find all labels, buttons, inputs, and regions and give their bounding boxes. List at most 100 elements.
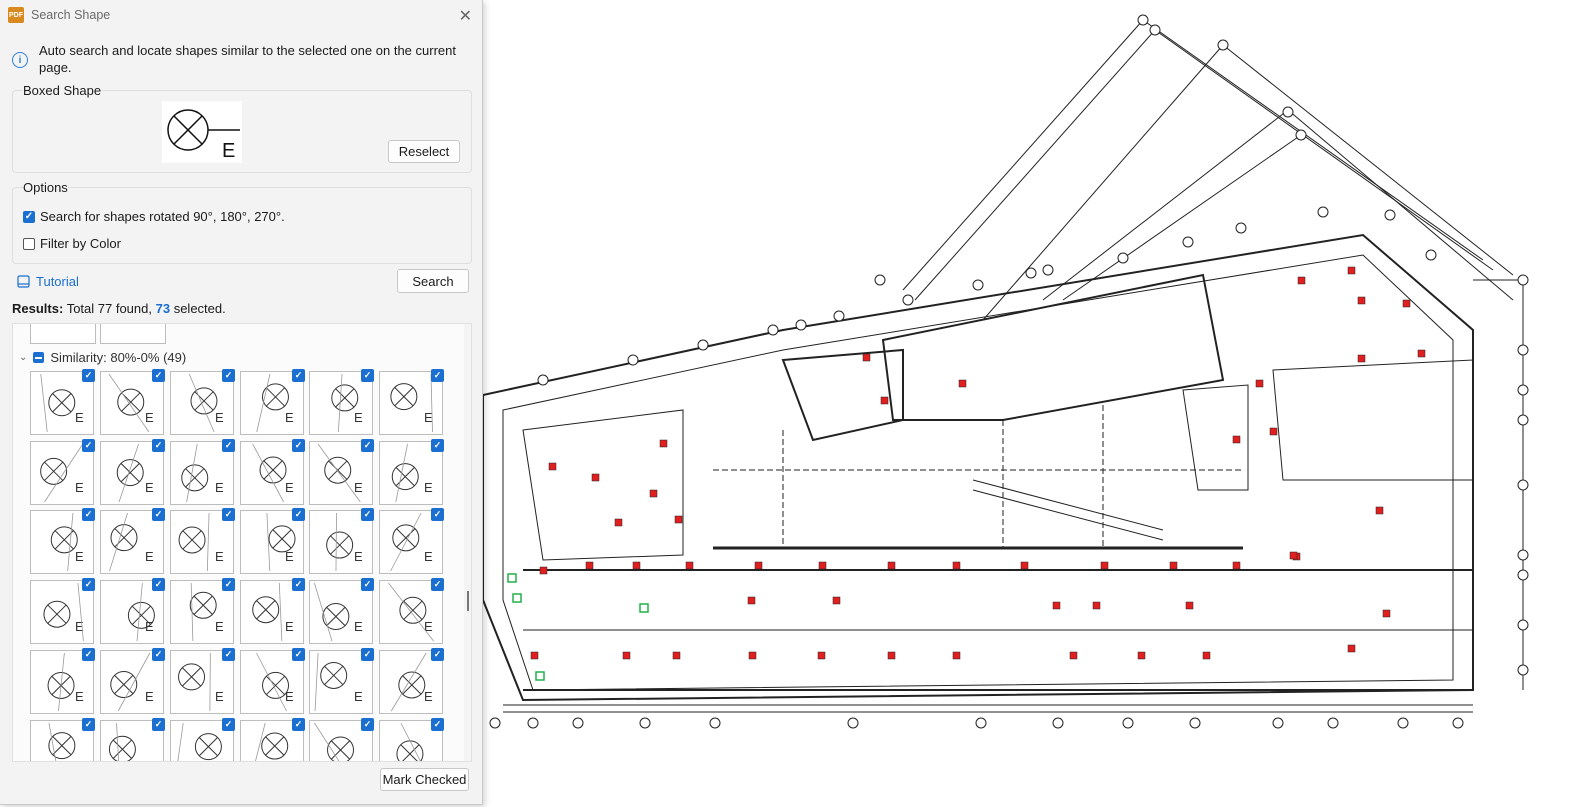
- result-checkbox[interactable]: ✓: [292, 648, 305, 661]
- result-thumbnail[interactable]: E ✓: [309, 648, 374, 714]
- preview-letter: E: [222, 140, 235, 162]
- close-icon[interactable]: ✕: [459, 6, 472, 26]
- result-checkbox[interactable]: ✓: [152, 439, 165, 452]
- result-thumbnail[interactable]: E ✓: [379, 718, 444, 761]
- svg-text:E: E: [285, 689, 294, 704]
- reselect-button[interactable]: Reselect: [388, 140, 460, 163]
- mark-checked-button[interactable]: Mark Checked: [380, 768, 469, 791]
- info-icon: i: [12, 52, 28, 68]
- result-thumbnail[interactable]: E ✓: [240, 718, 305, 761]
- svg-text:E: E: [424, 480, 433, 495]
- option-color-row[interactable]: Filter by Color: [23, 236, 121, 251]
- similarity-group-header[interactable]: ⌄ Similarity: 80%-0% (49): [19, 350, 186, 365]
- result-thumbnail[interactable]: E ✓: [100, 718, 165, 761]
- result-thumbnail[interactable]: E ✓: [240, 508, 305, 574]
- results-list[interactable]: ⌄ Similarity: 80%-0% (49) E ✓ E ✓ E ✓ E ✓ E ✓ E ✓ E ✓…: [12, 323, 472, 762]
- result-thumbnail[interactable]: E ✓: [170, 578, 235, 644]
- result-checkbox[interactable]: ✓: [292, 508, 305, 521]
- svg-text:E: E: [145, 410, 154, 425]
- result-checkbox[interactable]: ✓: [361, 578, 374, 591]
- results-scrollbar[interactable]: [464, 324, 471, 761]
- search-shape-dialog: PDF Search Shape ✕ i Auto search and loc…: [0, 0, 483, 805]
- scrollbar-thumb[interactable]: [467, 591, 469, 611]
- result-thumbnail[interactable]: E ✓: [30, 369, 95, 435]
- result-checkbox[interactable]: ✓: [82, 578, 95, 591]
- result-thumbnail[interactable]: E ✓: [379, 369, 444, 435]
- result-thumbnail[interactable]: E ✓: [240, 369, 305, 435]
- result-checkbox[interactable]: ✓: [292, 439, 305, 452]
- result-checkbox[interactable]: ✓: [292, 369, 305, 382]
- result-thumbnail[interactable]: E ✓: [309, 508, 374, 574]
- result-thumbnail[interactable]: E ✓: [170, 508, 235, 574]
- result-checkbox[interactable]: ✓: [292, 578, 305, 591]
- result-thumbnail[interactable]: E ✓: [30, 718, 95, 761]
- result-checkbox[interactable]: ✓: [431, 648, 444, 661]
- result-checkbox[interactable]: ✓: [431, 578, 444, 591]
- result-checkbox[interactable]: ✓: [152, 578, 165, 591]
- result-checkbox[interactable]: ✓: [222, 508, 235, 521]
- result-checkbox[interactable]: ✓: [82, 508, 95, 521]
- result-checkbox[interactable]: ✓: [431, 508, 444, 521]
- option-rotated-row[interactable]: ✓ Search for shapes rotated 90°, 180°, 2…: [23, 209, 285, 224]
- svg-text:E: E: [354, 689, 363, 704]
- result-checkbox[interactable]: ✓: [222, 718, 235, 731]
- result-checkbox[interactable]: ✓: [222, 369, 235, 382]
- result-checkbox[interactable]: ✓: [361, 718, 374, 731]
- result-checkbox[interactable]: ✓: [152, 648, 165, 661]
- result-thumbnail[interactable]: E ✓: [30, 578, 95, 644]
- result-thumbnail[interactable]: E ✓: [100, 578, 165, 644]
- result-checkbox[interactable]: ✓: [361, 439, 374, 452]
- chevron-down-icon[interactable]: ⌄: [19, 352, 27, 363]
- svg-text:E: E: [424, 619, 433, 634]
- result-checkbox[interactable]: ✓: [82, 718, 95, 731]
- svg-text:E: E: [424, 549, 433, 564]
- result-checkbox[interactable]: ✓: [361, 648, 374, 661]
- rotated-option-label: Search for shapes rotated 90°, 180°, 270…: [40, 209, 285, 224]
- result-thumbnail[interactable]: E ✓: [309, 578, 374, 644]
- result-thumbnail[interactable]: [30, 324, 96, 344]
- result-thumbnail[interactable]: E ✓: [100, 508, 165, 574]
- result-thumbnail[interactable]: E ✓: [170, 648, 235, 714]
- result-thumbnail[interactable]: [100, 324, 166, 344]
- result-checkbox[interactable]: ✓: [82, 648, 95, 661]
- result-checkbox[interactable]: ✓: [222, 439, 235, 452]
- result-thumbnail[interactable]: E ✓: [379, 578, 444, 644]
- result-checkbox[interactable]: ✓: [361, 369, 374, 382]
- result-checkbox[interactable]: ✓: [222, 578, 235, 591]
- result-thumbnail[interactable]: E ✓: [379, 508, 444, 574]
- result-thumbnail[interactable]: E ✓: [379, 648, 444, 714]
- result-checkbox[interactable]: ✓: [431, 369, 444, 382]
- result-checkbox[interactable]: ✓: [431, 718, 444, 731]
- result-checkbox[interactable]: ✓: [292, 718, 305, 731]
- result-checkbox[interactable]: ✓: [152, 508, 165, 521]
- result-checkbox[interactable]: ✓: [361, 508, 374, 521]
- result-checkbox[interactable]: ✓: [152, 718, 165, 731]
- color-filter-checkbox[interactable]: [23, 237, 35, 250]
- similarity-group-checkbox[interactable]: [33, 352, 45, 363]
- rotated-checkbox[interactable]: ✓: [23, 210, 35, 223]
- result-thumbnail[interactable]: E ✓: [170, 369, 235, 435]
- result-thumbnail[interactable]: E ✓: [309, 369, 374, 435]
- result-thumbnail[interactable]: E ✓: [379, 439, 444, 505]
- result-thumbnail[interactable]: E ✓: [170, 718, 235, 761]
- result-thumbnail[interactable]: E ✓: [100, 369, 165, 435]
- result-thumbnail[interactable]: E ✓: [240, 439, 305, 505]
- result-thumbnail[interactable]: E ✓: [30, 648, 95, 714]
- result-checkbox[interactable]: ✓: [152, 369, 165, 382]
- result-checkbox[interactable]: ✓: [82, 439, 95, 452]
- result-checkbox[interactable]: ✓: [82, 369, 95, 382]
- dialog-title: Search Shape: [31, 8, 111, 22]
- tutorial-link[interactable]: Tutorial: [17, 274, 79, 289]
- result-thumbnail[interactable]: E ✓: [309, 439, 374, 505]
- result-thumbnail[interactable]: E ✓: [240, 648, 305, 714]
- result-checkbox[interactable]: ✓: [431, 439, 444, 452]
- search-button[interactable]: Search: [397, 269, 469, 293]
- result-thumbnail[interactable]: E ✓: [100, 648, 165, 714]
- result-thumbnail[interactable]: E ✓: [240, 578, 305, 644]
- result-thumbnail[interactable]: E ✓: [30, 508, 95, 574]
- result-thumbnail[interactable]: E ✓: [30, 439, 95, 505]
- result-checkbox[interactable]: ✓: [222, 648, 235, 661]
- result-thumbnail[interactable]: E ✓: [309, 718, 374, 761]
- result-thumbnail[interactable]: E ✓: [170, 439, 235, 505]
- result-thumbnail[interactable]: E ✓: [100, 439, 165, 505]
